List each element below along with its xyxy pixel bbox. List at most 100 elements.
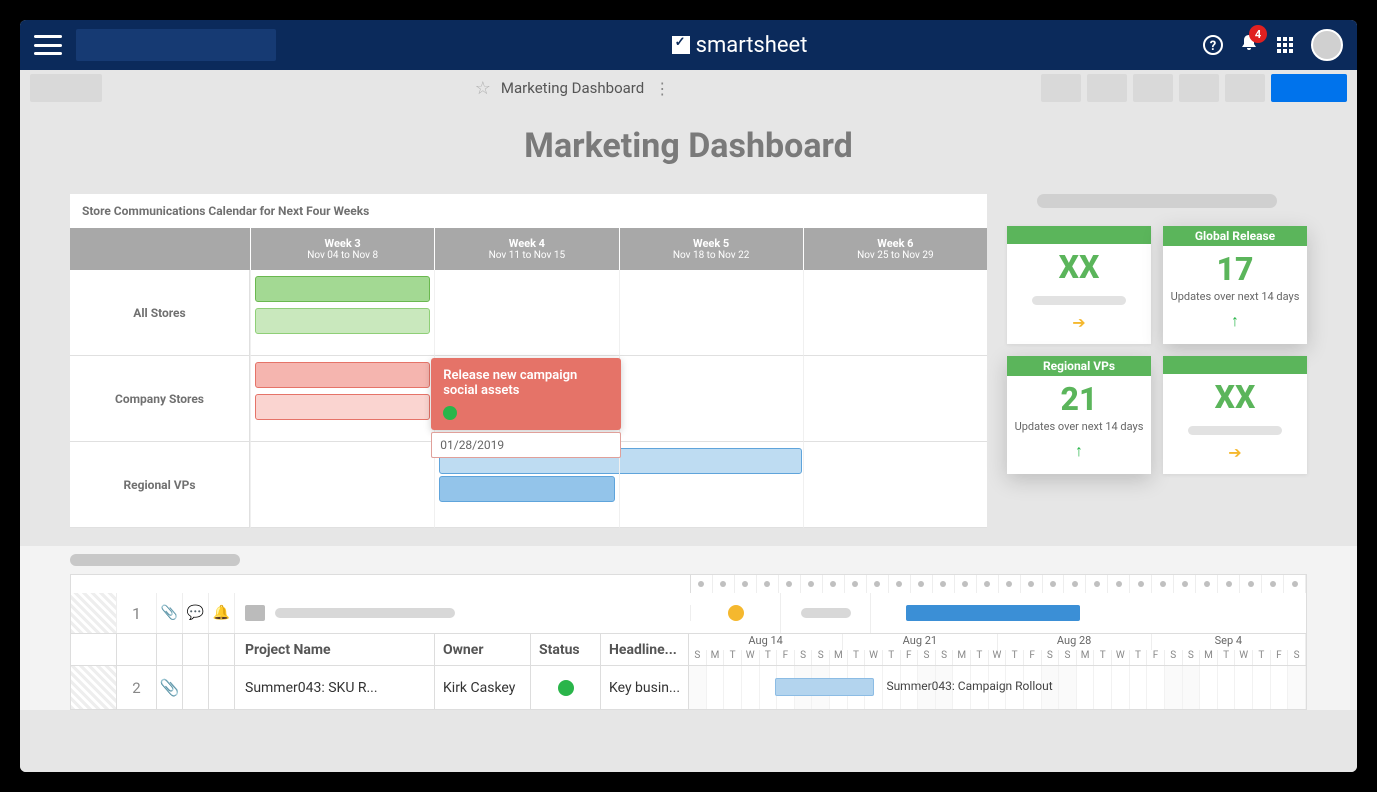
gantt-bar-label: Summer043: Campaign Rollout (886, 679, 1052, 693)
kpi-card[interactable]: XX ➔ (1163, 356, 1307, 474)
status-dot-icon (728, 605, 744, 621)
column-project-name[interactable]: Project Name (235, 634, 435, 665)
text-placeholder (801, 608, 851, 618)
week-header: Week 3Nov 04 to Nov 8 (250, 228, 434, 270)
calendar-row-label: Regional VPs (70, 442, 250, 528)
timeline-day: T (724, 650, 742, 666)
timeline-day: S (1183, 650, 1201, 666)
toolbar-button-5[interactable] (1225, 74, 1265, 102)
expand-icon[interactable] (245, 605, 265, 621)
favorite-icon[interactable]: ☆ (475, 78, 491, 99)
column-status[interactable]: Status (531, 634, 601, 665)
menu-icon[interactable] (34, 35, 62, 55)
cell-owner[interactable]: Kirk Caskey (435, 666, 531, 709)
calendar-bar[interactable] (255, 362, 430, 388)
timeline-day: S (812, 650, 830, 666)
brand-text: smartsheet (696, 33, 808, 58)
week-header: Week 6Nov 25 to Nov 29 (803, 228, 987, 270)
timeline-day: T (1253, 650, 1271, 666)
subheader: ☆ Marketing Dashboard ⋮ (20, 70, 1357, 106)
kpi-value: XX (1163, 378, 1307, 416)
timeline-day: T (883, 650, 901, 666)
kpi-value: XX (1007, 248, 1151, 286)
row-number: 2 (117, 666, 157, 709)
timeline-day: W (989, 650, 1007, 666)
gantt-bar[interactable] (775, 678, 874, 696)
user-avatar[interactable] (1311, 29, 1343, 61)
logo-icon (672, 36, 690, 54)
text-placeholder (275, 608, 455, 618)
notifications-button[interactable]: 4 (1239, 33, 1259, 57)
timeline-day: S (1059, 650, 1077, 666)
timeline-day: S (689, 650, 707, 666)
timeline-day: M (1200, 650, 1218, 666)
top-bar: smartsheet ? 4 (20, 20, 1357, 70)
status-dot-icon (443, 406, 457, 420)
gantt-bar[interactable] (906, 605, 1080, 621)
comment-icon[interactable]: 💬 (183, 593, 209, 633)
page-title: Marketing Dashboard (20, 126, 1357, 166)
kpi-subtitle: Updates over next 14 days (1163, 290, 1307, 303)
kpi-widget-area: XX ➔ Global Release 17 Updates over next… (1007, 194, 1307, 474)
timeline-day: T (1094, 650, 1112, 666)
apps-icon[interactable] (1275, 35, 1295, 55)
timeline-day: M (707, 650, 725, 666)
toolbar-button-3[interactable] (1133, 74, 1173, 102)
calendar-bar[interactable] (255, 394, 430, 420)
timeline-day: T (1130, 650, 1148, 666)
help-icon[interactable]: ? (1203, 35, 1223, 55)
arrow-up-icon: ↑ (1007, 441, 1151, 461)
sheet-title: Marketing Dashboard (501, 79, 644, 97)
status-dot-icon (558, 680, 574, 696)
timeline-day: F (1147, 650, 1165, 666)
row-number: 1 (117, 593, 157, 633)
gantt-title-placeholder (70, 554, 240, 566)
gantt-widget: 1 📎 💬 🔔 (20, 546, 1357, 710)
kpi-card-global-release[interactable]: Global Release 17 Updates over next 14 d… (1163, 226, 1307, 344)
tooltip-text: Release new campaign social assets (443, 368, 577, 398)
sub-left-placeholder[interactable] (30, 74, 102, 102)
notification-badge: 4 (1249, 25, 1267, 43)
calendar-bar[interactable] (255, 276, 430, 302)
arrow-right-icon: ➔ (1007, 313, 1151, 332)
gantt-data-row[interactable]: 2 📎 Summer043: SKU R... Kirk Caskey Key … (71, 665, 1306, 709)
timeline-day: T (848, 650, 866, 666)
kpi-card-regional-vps[interactable]: Regional VPs 21 Updates over next 14 day… (1007, 356, 1151, 474)
attachment-icon[interactable]: 📎 (157, 593, 183, 633)
timeline-month: Sep 4 (1152, 634, 1306, 650)
calendar-bar[interactable] (439, 476, 614, 502)
calendar-bar[interactable] (255, 308, 430, 334)
svg-text:?: ? (1210, 39, 1216, 54)
kpi-head: Global Release (1163, 226, 1307, 246)
calendar-row-label: Company Stores (70, 356, 250, 442)
kpi-head: Regional VPs (1007, 356, 1151, 376)
timeline-day: W (865, 650, 883, 666)
timeline-day: S (936, 650, 954, 666)
timeline-day: S (918, 650, 936, 666)
timeline-day: M (1077, 650, 1095, 666)
arrow-right-icon: ➔ (1163, 443, 1307, 462)
search-placeholder[interactable] (76, 29, 276, 61)
calendar-row-label: All Stores (70, 270, 250, 356)
timeline-day: F (1271, 650, 1289, 666)
toolbar-primary-button[interactable] (1271, 74, 1347, 102)
column-headline[interactable]: Headline... (601, 634, 689, 665)
timeline-day: F (1024, 650, 1042, 666)
toolbar-button-2[interactable] (1087, 74, 1127, 102)
calendar-widget: Store Communications Calendar for Next F… (70, 194, 987, 528)
toolbar-button-1[interactable] (1041, 74, 1081, 102)
more-icon[interactable]: ⋮ (654, 79, 668, 98)
timeline-day: S (1165, 650, 1183, 666)
column-owner[interactable]: Owner (435, 634, 531, 665)
attachment-icon[interactable]: 📎 (157, 666, 183, 709)
toolbar-button-4[interactable] (1179, 74, 1219, 102)
cell-project-name[interactable]: Summer043: SKU R... (235, 666, 435, 709)
kpi-card[interactable]: XX ➔ (1007, 226, 1151, 344)
cell-status[interactable] (531, 666, 601, 709)
timeline-day: F (777, 650, 795, 666)
tooltip-date: 01/28/2019 (431, 432, 621, 458)
calendar-title: Store Communications Calendar for Next F… (70, 194, 987, 228)
reminder-icon[interactable]: 🔔 (209, 593, 235, 633)
timeline-day: M (830, 650, 848, 666)
cell-headline[interactable]: Key busin... (601, 666, 689, 709)
